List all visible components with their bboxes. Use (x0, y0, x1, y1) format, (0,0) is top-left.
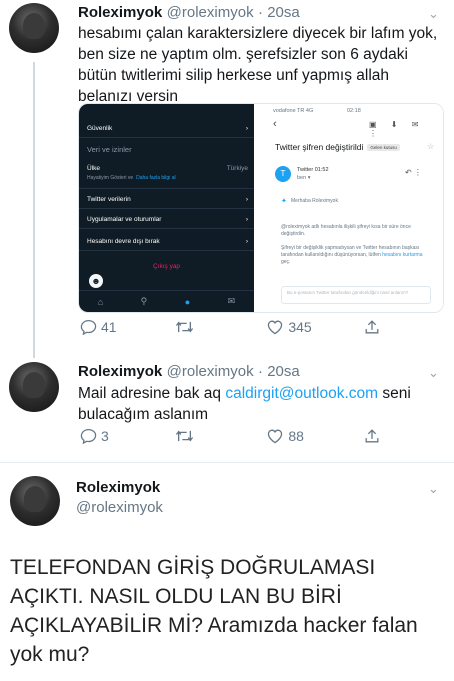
like-button[interactable]: 88 (266, 428, 364, 444)
mail-body-2: Şifreyi bir değişiklik yapmadıysan ve Tw… (281, 245, 427, 266)
share-button[interactable] (364, 428, 380, 444)
tweet-header: Roleximyok @roleximyok · 20sa (78, 363, 300, 381)
thread-line (33, 62, 35, 358)
retweet-icon (175, 321, 193, 333)
mail-greeting: Merhaba Roleximyok (291, 198, 338, 204)
mail-recover-link: hesabını kurtarma (382, 252, 423, 258)
recipient-label: ben ▾ (297, 175, 311, 181)
sender-line: Twitter 01:52 (297, 167, 329, 173)
carrier-label: vodafone TR 4G (273, 108, 314, 114)
timestamp[interactable]: · 20sa (258, 363, 300, 380)
handle[interactable]: @roleximyok (167, 363, 254, 380)
chevron-down-icon[interactable]: ⌄ (428, 365, 439, 381)
chevron-down-icon[interactable]: ⌄ (428, 481, 439, 497)
emoji-icon: ☻ (89, 274, 103, 288)
settings-country: Ülke (87, 165, 101, 172)
back-arrow-icon: ‹ (273, 118, 277, 130)
chevron-right-icon: › (245, 216, 248, 223)
retweet-button[interactable] (175, 429, 267, 443)
inbox-badge: Gelen kutusu (367, 144, 400, 152)
heart-icon (268, 320, 283, 335)
mail-body-end: geç. (281, 259, 291, 265)
reply-count: 3 (101, 428, 109, 444)
settings-learn-more-link: Daha fazla bilgi al (136, 175, 176, 181)
search-icon: ⚲ (140, 296, 148, 306)
settings-deactivate: Hesabını devre dışı bırak (87, 238, 160, 245)
avatar[interactable] (10, 476, 60, 526)
star-icon: ☆ (427, 142, 435, 151)
reply-count: 41 (101, 319, 117, 335)
display-name[interactable]: Roleximyok (76, 479, 160, 496)
tweet-media[interactable]: Güvenlik › Veri ve izinler Ülke Türkiye Ha… (78, 103, 444, 313)
share-button[interactable] (364, 319, 380, 335)
bottom-nav: ⌂ ⚲ ● ✉ (79, 290, 254, 312)
home-icon: ⌂ (97, 296, 104, 307)
email-screenshot: vodafone TR 4G 02:18 ‹ ▣ ⬇ ✉ ⋮ Twitter ş… (265, 104, 443, 312)
chevron-right-icon: › (245, 196, 248, 203)
sender-avatar: T (275, 166, 291, 182)
share-icon (365, 429, 379, 443)
display-name[interactable]: Roleximyok (78, 4, 162, 21)
mail-toolbar-icons: ▣ ⬇ ✉ ⋮ (369, 120, 425, 138)
twitter-bird-icon: ✦ (281, 198, 287, 205)
handle[interactable]: @roleximyok (167, 4, 254, 21)
reply-icon (80, 428, 97, 444)
settings-apps: Uygulamalar ve oturumlar (87, 216, 162, 223)
handle[interactable]: @roleximyok (76, 499, 163, 516)
settings-country-sub: Hayatiyim Gösteri ve (87, 175, 134, 181)
like-button[interactable]: 345 (266, 319, 364, 335)
settings-country-value: Türkiye (226, 165, 248, 172)
share-icon (365, 320, 379, 334)
like-count: 88 (288, 428, 304, 444)
display-name[interactable]: Roleximyok (78, 363, 162, 380)
mail-body-1: @roleximyok adlı hesabınla ilişkili şifr… (281, 224, 411, 237)
reply-button[interactable]: 3 (80, 428, 175, 444)
reply-icon: ↶ ⋮ (405, 168, 422, 177)
reply-icon (80, 319, 97, 335)
like-count: 345 (288, 319, 312, 335)
avatar[interactable] (9, 3, 59, 53)
heart-icon (268, 429, 283, 444)
settings-twitter-data: Twitter verilerin (87, 196, 131, 203)
tweet-text: hesabımı çalan karaktersizlere diyecek b… (78, 25, 438, 105)
sender-name: Twitter (297, 167, 314, 173)
email-link[interactable]: caldirgit@outlook.com (225, 385, 378, 402)
tweet-text-start: Mail adresine bak aq (78, 385, 226, 402)
sender-time: 01:52 (314, 167, 329, 173)
tweet-header: Roleximyok @roleximyok · 20sa (78, 4, 300, 22)
chevron-right-icon: › (245, 125, 248, 132)
settings-security: Güvenlik (87, 125, 113, 132)
retweet-icon (175, 430, 193, 442)
settings-data-header: Veri ve izinler (87, 145, 132, 154)
tweet-text: Mail adresine bak aq caldirgit@outlook.c… (78, 383, 444, 425)
settings-screenshot: Güvenlik › Veri ve izinler Ülke Türkiye Ha… (79, 104, 254, 312)
divider (0, 462, 454, 463)
clock-label: 02:18 (347, 108, 361, 114)
mail-footer-box: Bu e-postanın Twitter tarafından gönderi… (281, 286, 431, 304)
chevron-down-icon[interactable]: ⌄ (428, 6, 439, 22)
avatar[interactable] (9, 362, 59, 412)
reply-button[interactable]: 41 (80, 319, 175, 335)
retweet-button[interactable] (175, 320, 267, 334)
chevron-right-icon: › (245, 238, 248, 245)
mail-subject: Twitter şifren değiştirildi Gelen kutusu (275, 142, 400, 152)
tweet-actions: 3 88 (80, 428, 380, 444)
notifications-icon: ● (184, 296, 191, 307)
tweet-text: TELEFONDAN GİRİŞ DOĞRULAMASI AÇIKTI. NAS… (10, 556, 418, 666)
timestamp[interactable]: · 20sa (258, 4, 300, 21)
settings-logout: Çıkış yap (152, 263, 181, 270)
mail-subject-text: Twitter şifren değiştirildi (275, 142, 364, 152)
messages-icon: ✉ (227, 296, 236, 306)
tweet-actions: 41 345 (80, 319, 380, 335)
